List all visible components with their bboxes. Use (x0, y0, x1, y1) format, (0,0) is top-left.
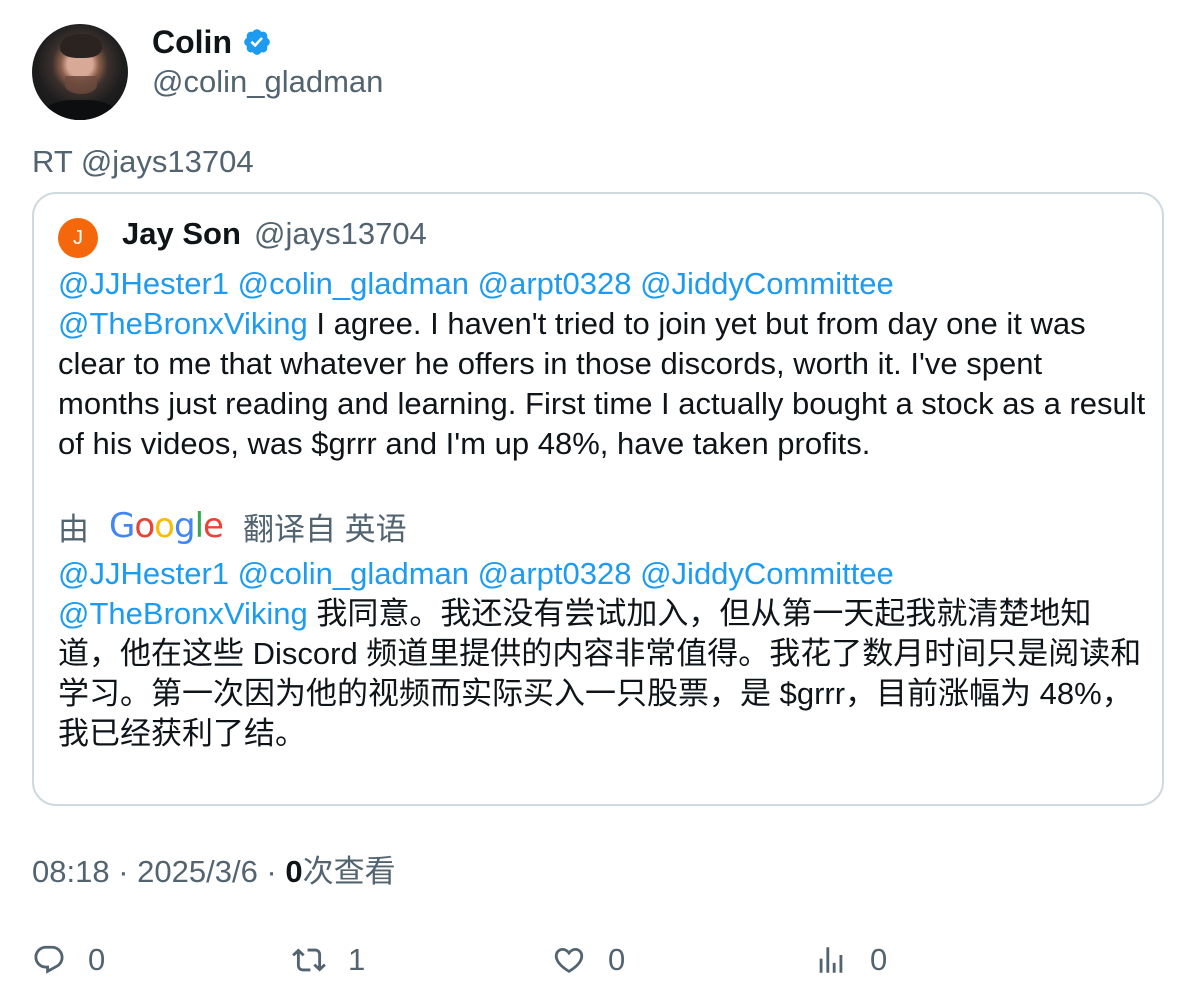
reply-icon (34, 945, 64, 974)
author-name-text[interactable]: Colin (152, 22, 232, 62)
quoted-original-text: @JJHester1 @colin_gladman @arpt0328 @Jid… (58, 264, 1148, 464)
mention-link-translated[interactable]: @TheBronxViking (58, 596, 308, 631)
author-name[interactable]: Colin (152, 22, 272, 62)
quoted-translated-text: @JJHester1 @colin_gladman @arpt0328 @Jid… (58, 554, 1148, 754)
analytics-button[interactable]: 0 (814, 940, 887, 980)
mention-list-translated[interactable]: @JJHester1 @colin_gladman @arpt0328 @Jid… (58, 556, 894, 591)
mention-list[interactable]: @JJHester1 @colin_gladman @arpt0328 @Jid… (58, 266, 894, 301)
tweet-meta: 08:18 · 2025/3/6 · 0次查看 (32, 852, 396, 892)
quoted-author-handle[interactable]: @jays13704 (254, 214, 427, 254)
reply-count: 0 (88, 942, 106, 977)
like-button[interactable]: 0 (552, 940, 625, 980)
views-label: 次查看 (302, 854, 396, 889)
action-bar: 0 1 0 0 (32, 940, 1164, 980)
translation-attribution: 由 Google 翻译自 英语 (58, 506, 407, 547)
tweet-time[interactable]: 08:18 (32, 854, 110, 889)
mention-link[interactable]: @TheBronxViking (58, 306, 308, 341)
verified-badge-icon (244, 29, 270, 55)
retweet-button[interactable]: 1 (292, 940, 365, 980)
author-handle[interactable]: @colin_gladman (152, 62, 383, 102)
retweet-icon (292, 948, 326, 972)
google-logo: Google (109, 506, 224, 546)
avatar-shirt (42, 100, 118, 120)
quoted-tweet-card[interactable]: J Jay Son @jays13704 @JJHester1 @colin_g… (32, 192, 1164, 806)
like-icon (554, 947, 584, 973)
like-count: 0 (608, 942, 626, 977)
quoted-author-avatar[interactable]: J (58, 218, 98, 258)
author-avatar[interactable] (32, 24, 128, 120)
retweet-count: 1 (348, 942, 366, 977)
analytics-icon (819, 947, 843, 973)
meta-separator: · (257, 854, 286, 889)
quoted-author-name[interactable]: Jay Son (122, 214, 241, 254)
reply-button[interactable]: 0 (32, 940, 105, 980)
meta-separator: · (109, 854, 138, 889)
analytics-count: 0 (870, 942, 888, 977)
avatar-hair (60, 34, 102, 58)
views-count: 0 (285, 854, 303, 889)
tweet-date[interactable]: 2025/3/6 (137, 854, 258, 889)
avatar-beard (65, 76, 97, 94)
retweet-line: RT @jays13704 (32, 144, 254, 179)
translation-from-label: 翻译自 英语 (242, 511, 407, 547)
translation-by-label: 由 (58, 511, 89, 547)
